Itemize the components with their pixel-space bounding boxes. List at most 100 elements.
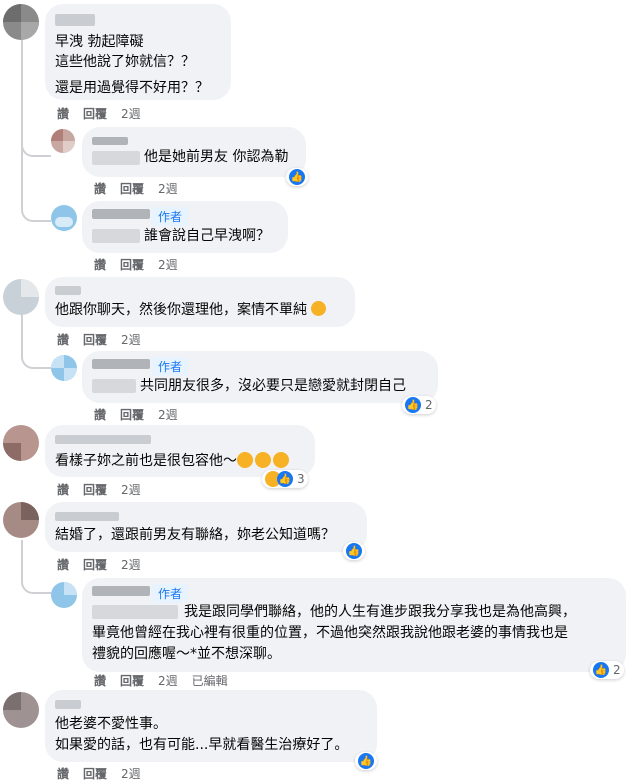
like-link[interactable]: 讚 (94, 182, 106, 196)
comment-text-line: 這些他說了妳就信？？ (55, 54, 195, 70)
comment-bubble: 他是她前男友 你認為勒 (82, 127, 306, 177)
comment-text-line: 誰會說自己早洩啊？ (144, 228, 270, 244)
author-badge: 作者 (152, 584, 189, 603)
comment-text-line: 共同朋友很多，沒必要只是戀愛就封閉自己 (140, 378, 406, 394)
reaction-summary[interactable]: 👍 (343, 542, 365, 560)
avatar[interactable] (3, 279, 39, 315)
reply-link[interactable]: 回覆 (83, 107, 107, 121)
reaction-count: 2 (425, 398, 433, 412)
comment-bubble: 早洩 勃起障礙 這些他說了妳就信？？ 還是用過覺得不好用？？ (45, 4, 231, 100)
reply-link[interactable]: 回覆 (83, 333, 107, 347)
thinking-emoji-icon (311, 301, 327, 316)
timestamp[interactable]: 2週 (158, 408, 178, 422)
edited-label[interactable]: 已編輯 (192, 674, 228, 688)
author-badge: 作者 (152, 207, 189, 226)
like-link[interactable]: 讚 (57, 483, 69, 497)
timestamp[interactable]: 2週 (158, 258, 178, 272)
like-link[interactable]: 讚 (57, 767, 69, 781)
like-icon: 👍 (405, 397, 421, 413)
reaction-summary[interactable]: 👍 2 (402, 396, 436, 414)
comment-text-line: 他老婆不愛性事。 (55, 716, 167, 732)
reaction-count: 3 (297, 472, 305, 486)
comment-bubble: 作者 我是跟同學們聯絡，他的人生有進步跟我分享我也是為他高興， 畢竟他曾經在我心… (82, 578, 626, 672)
comment-bubble: 作者 共同朋友很多，沒必要只是戀愛就封閉自己 (82, 351, 438, 403)
commenter-name[interactable] (55, 286, 81, 295)
reaction-summary[interactable]: 👍 (286, 168, 308, 186)
comment-text-line: 我是跟同學們聯絡，他的人生有進步跟我分享我也是為他高興， (184, 604, 576, 620)
reply-link[interactable]: 回覆 (83, 483, 107, 497)
comment-text-line: 早洩 勃起障礙 (55, 34, 144, 50)
commenter-name[interactable] (55, 435, 151, 444)
comment-actions: 讚回覆 2週 (57, 481, 155, 498)
avatar[interactable] (3, 692, 39, 728)
like-link[interactable]: 讚 (57, 333, 69, 347)
comment-bubble: 他老婆不愛性事。 如果愛的話，也有可能...早就看醫生治療好了。 (45, 690, 377, 762)
comment-bubble: 他跟你聊天，然後你還理他，案情不單純 (45, 277, 355, 327)
timestamp[interactable]: 2週 (121, 333, 141, 347)
timestamp[interactable]: 2週 (121, 558, 141, 572)
avatar[interactable] (3, 425, 39, 461)
comment-text-line: 禮貌的回應喔～*並不想深聊。 (92, 646, 281, 662)
avatar[interactable] (3, 4, 39, 40)
like-link[interactable]: 讚 (94, 408, 106, 422)
like-icon: 👍 (277, 471, 293, 487)
timestamp[interactable]: 2週 (121, 483, 141, 497)
commenter-name[interactable] (55, 512, 119, 521)
like-icon: 👍 (593, 662, 609, 678)
timestamp[interactable]: 2週 (158, 182, 178, 196)
laughing-emoji-icon (255, 452, 271, 468)
like-icon: 👍 (358, 753, 374, 769)
commenter-name[interactable] (92, 209, 150, 219)
like-link[interactable]: 讚 (57, 558, 69, 572)
commenter-name[interactable] (55, 14, 95, 26)
comment-actions: 讚回覆 2週 (94, 256, 192, 273)
like-link[interactable]: 讚 (57, 107, 69, 121)
timestamp[interactable]: 2週 (158, 674, 178, 688)
reaction-count: 2 (613, 663, 621, 677)
avatar[interactable] (51, 129, 75, 153)
comment-text-line: 結婚了，還跟前男友有聯絡，妳老公知道嗎？ (55, 527, 335, 543)
comment-bubble: 結婚了，還跟前男友有聯絡，妳老公知道嗎？ (45, 502, 367, 552)
reply-link[interactable]: 回覆 (120, 258, 144, 272)
like-link[interactable]: 讚 (94, 258, 106, 272)
thread-line (21, 312, 51, 369)
avatar[interactable] (3, 502, 39, 538)
commenter-name[interactable] (92, 586, 150, 596)
like-icon: 👍 (346, 543, 362, 559)
reply-link[interactable]: 回覆 (120, 408, 144, 422)
laughing-emoji-icon (237, 452, 253, 468)
like-link[interactable]: 讚 (94, 674, 106, 688)
reply-link[interactable]: 回覆 (120, 674, 144, 688)
mention-tag (92, 379, 136, 393)
comment-actions: 讚回覆 2週 (57, 331, 155, 348)
comment-text-line: 還是用過覺得不好用？？ (55, 80, 209, 96)
commenter-name[interactable] (55, 700, 81, 709)
comment-actions: 讚回覆 2週 已編輯 (94, 672, 242, 689)
thread-line (21, 540, 51, 594)
comment-actions: 讚回覆 2週 (57, 765, 155, 782)
mention-tag (92, 229, 140, 243)
reaction-summary[interactable]: 👍 (355, 752, 377, 770)
laughing-emoji-icon (273, 452, 289, 468)
comment-text-line: 畢竟他曾經在我心裡有很重的位置，不過他突然跟我說他跟老婆的事情我也是 (92, 625, 568, 641)
reaction-summary[interactable]: 👍 2 (590, 661, 624, 679)
avatar[interactable] (51, 355, 77, 381)
mention-tag (92, 605, 178, 619)
reply-link[interactable]: 回覆 (83, 558, 107, 572)
timestamp[interactable]: 2週 (121, 107, 141, 121)
reply-link[interactable]: 回覆 (83, 767, 107, 781)
avatar[interactable] (51, 205, 77, 231)
comment-text-line: 如果愛的話，也有可能...早就看醫生治療好了。 (55, 737, 349, 753)
comment-text-line: 他跟你聊天，然後你還理他，案情不單純 (55, 300, 327, 320)
reply-link[interactable]: 回覆 (120, 182, 144, 196)
commenter-name[interactable] (92, 359, 150, 369)
reaction-summary[interactable]: 👍 3 (262, 470, 308, 488)
comment-actions: 讚回覆 2週 (57, 556, 155, 573)
comment-bubble: 作者 誰會說自己早洩啊？ (82, 201, 288, 253)
timestamp[interactable]: 2週 (121, 767, 141, 781)
comment-actions: 讚回覆 2週 (57, 105, 155, 122)
comment-actions: 讚回覆 2週 (94, 406, 192, 423)
commenter-name[interactable] (92, 137, 128, 145)
mention-tag (92, 151, 140, 165)
avatar[interactable] (51, 582, 77, 608)
